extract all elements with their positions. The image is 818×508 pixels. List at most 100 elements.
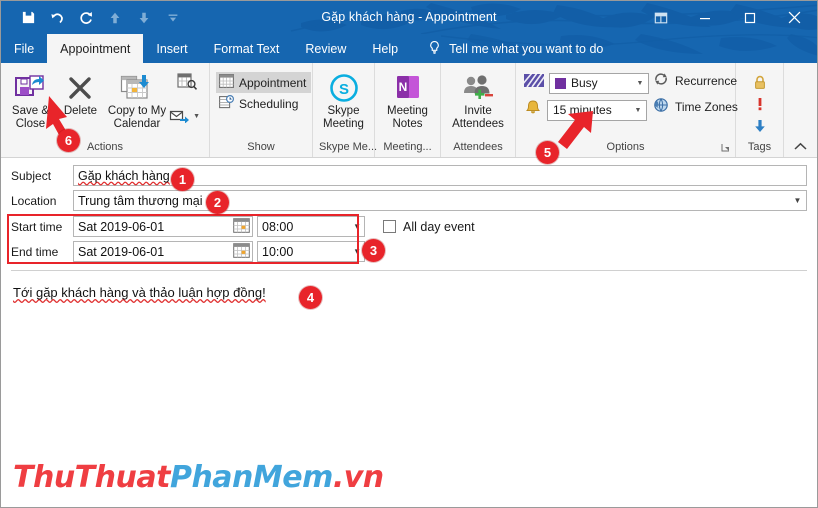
ribbon-display-options-icon[interactable]: [640, 1, 682, 34]
undo-icon[interactable]: [44, 5, 70, 31]
onenote-icon: N: [394, 71, 422, 105]
start-time-row: Start time Sat 2019-06-01 08:00 ▼ All da…: [11, 214, 807, 239]
annotation-badge-3: 3: [362, 239, 385, 262]
ribbon-tab-bar: File Appointment Insert Format Text Revi…: [1, 34, 817, 63]
save-icon[interactable]: [15, 5, 41, 31]
ribbon-group-attendees: Invite Attendees Attendees: [441, 63, 516, 157]
appointment-form: Subject Gặp khách hàng Location Trung tâ…: [1, 158, 817, 271]
time-fields: Start time Sat 2019-06-01 08:00 ▼ All da…: [11, 214, 807, 264]
tab-help[interactable]: Help: [359, 34, 411, 63]
delete-x-icon: [65, 71, 95, 105]
body-text: Tới gặp khách hàng và thảo luận hợp đồng…: [13, 285, 266, 300]
show-as-icon: [521, 71, 548, 94]
close-icon[interactable]: [772, 1, 817, 34]
watermark-part2: PhanMem: [169, 460, 333, 495]
next-item-icon[interactable]: [131, 5, 157, 31]
collapse-ribbon-icon[interactable]: [789, 137, 811, 155]
show-as-dropdown-arrow[interactable]: ▼: [632, 74, 648, 93]
show-as-row: Busy ▼: [521, 71, 649, 95]
save-close-label-line1: Save &: [11, 105, 49, 117]
calendar-search-icon[interactable]: [169, 72, 205, 92]
group-label-actions: Actions: [86, 141, 124, 153]
location-label: Location: [11, 193, 57, 208]
end-date-value: Sat 2019-06-01: [78, 244, 165, 259]
svg-text:N: N: [398, 80, 407, 94]
start-time-value: 08:00: [262, 219, 294, 234]
previous-item-icon[interactable]: [102, 5, 128, 31]
tab-appointment[interactable]: Appointment: [47, 34, 144, 63]
end-date-calendar-icon[interactable]: [233, 242, 250, 261]
ribbon-group-show: Appointment Scheduling Show: [210, 63, 313, 157]
time-zones-label: Time Zones: [675, 99, 738, 114]
copy-to-my-calendar-button[interactable]: Copy to My Calendar: [105, 68, 169, 131]
reminder-combo[interactable]: 15 minutes ▼: [547, 99, 647, 121]
reminder-row: 15 minutes ▼: [524, 98, 649, 122]
meeting-notes-label-line1: Meeting: [387, 105, 428, 117]
end-time-row: End time Sat 2019-06-01 10:00 ▼: [11, 239, 807, 264]
tab-file[interactable]: File: [1, 34, 47, 63]
appointment-window: Gặp khách hàng - Appointment File Appoin…: [0, 0, 818, 508]
start-time-input[interactable]: 08:00 ▼: [257, 216, 365, 237]
skype-meeting-button[interactable]: S Skype Meeting: [317, 68, 370, 131]
start-time-dropdown-arrow[interactable]: ▼: [353, 222, 361, 231]
all-day-checkbox-box[interactable]: [383, 220, 396, 233]
tell-me-box[interactable]: Tell me what you want to do: [411, 34, 603, 63]
high-importance-icon[interactable]: [754, 94, 766, 114]
delete-label: Delete: [63, 105, 98, 117]
low-importance-icon[interactable]: [753, 116, 767, 136]
end-date-input[interactable]: Sat 2019-06-01: [73, 241, 253, 262]
group-label-show: Show: [247, 141, 275, 153]
all-day-event-checkbox[interactable]: All day event: [383, 220, 475, 234]
skype-label-line2: Meeting: [323, 118, 364, 130]
start-date-input[interactable]: Sat 2019-06-01: [73, 216, 253, 237]
reminder-dropdown-arrow[interactable]: ▼: [630, 101, 646, 120]
ribbon-group-skype: S Skype Meeting Skype Me...: [313, 63, 378, 157]
start-time-label: Start time: [11, 219, 63, 234]
location-input[interactable]: Trung tâm thương mại: [73, 190, 789, 211]
recurrence-button[interactable]: Recurrence: [653, 71, 738, 90]
annotation-badge-6: 6: [57, 129, 80, 152]
customize-quick-access-icon[interactable]: [160, 5, 186, 31]
tab-review[interactable]: Review: [292, 34, 359, 63]
redo-icon[interactable]: [73, 5, 99, 31]
subject-label: Subject: [11, 168, 52, 183]
forward-button[interactable]: ▼: [169, 106, 205, 127]
show-scheduling-button[interactable]: Scheduling: [216, 93, 303, 114]
end-time-dropdown-arrow[interactable]: ▼: [353, 247, 361, 256]
show-as-combo[interactable]: Busy ▼: [549, 72, 649, 94]
recurrence-label: Recurrence: [675, 73, 738, 88]
minimize-icon[interactable]: [682, 1, 727, 34]
save-close-button[interactable]: Save & Close: [5, 68, 56, 131]
time-zones-button[interactable]: Time Zones: [653, 97, 738, 116]
lightbulb-icon: [427, 40, 442, 58]
invite-attendees-icon: [461, 71, 495, 105]
show-appointment-button[interactable]: Appointment: [216, 72, 312, 93]
tab-insert[interactable]: Insert: [143, 34, 200, 63]
meeting-notes-button[interactable]: N Meeting Notes: [379, 68, 436, 131]
scheduling-icon: [219, 94, 235, 112]
window-controls: [640, 1, 817, 34]
private-lock-icon[interactable]: [753, 72, 767, 92]
location-value: Trung tâm thương mại: [78, 193, 203, 208]
group-label-skype: Skype Me...: [319, 141, 378, 153]
end-time-input[interactable]: 10:00 ▼: [257, 241, 365, 262]
show-appointment-label: Appointment: [239, 75, 307, 90]
maximize-icon[interactable]: [727, 1, 772, 34]
copy-calendar-label-line2: Calendar: [113, 118, 161, 130]
start-date-calendar-icon[interactable]: [233, 217, 250, 236]
end-time-value: 10:00: [262, 244, 294, 259]
location-dropdown-arrow[interactable]: ▼: [789, 190, 807, 211]
appointment-body[interactable]: Tới gặp khách hàng và thảo luận hợp đồng…: [1, 271, 817, 456]
annotation-badge-1: 1: [171, 168, 194, 191]
invite-attendees-button[interactable]: Invite Attendees: [445, 68, 511, 131]
subject-value: Gặp khách hàng: [78, 168, 170, 183]
skype-label-line1: Skype: [327, 105, 360, 117]
svg-text:S: S: [338, 81, 348, 98]
options-dialog-launcher[interactable]: [721, 143, 731, 155]
forward-dropdown-caret[interactable]: ▼: [193, 113, 200, 120]
tab-format-text[interactable]: Format Text: [201, 34, 293, 63]
appointment-grid-icon: [219, 74, 234, 91]
delete-button[interactable]: Delete: [56, 68, 105, 118]
copy-calendar-label-line1: Copy to My: [107, 105, 167, 117]
annotation-badge-5: 5: [536, 141, 559, 164]
